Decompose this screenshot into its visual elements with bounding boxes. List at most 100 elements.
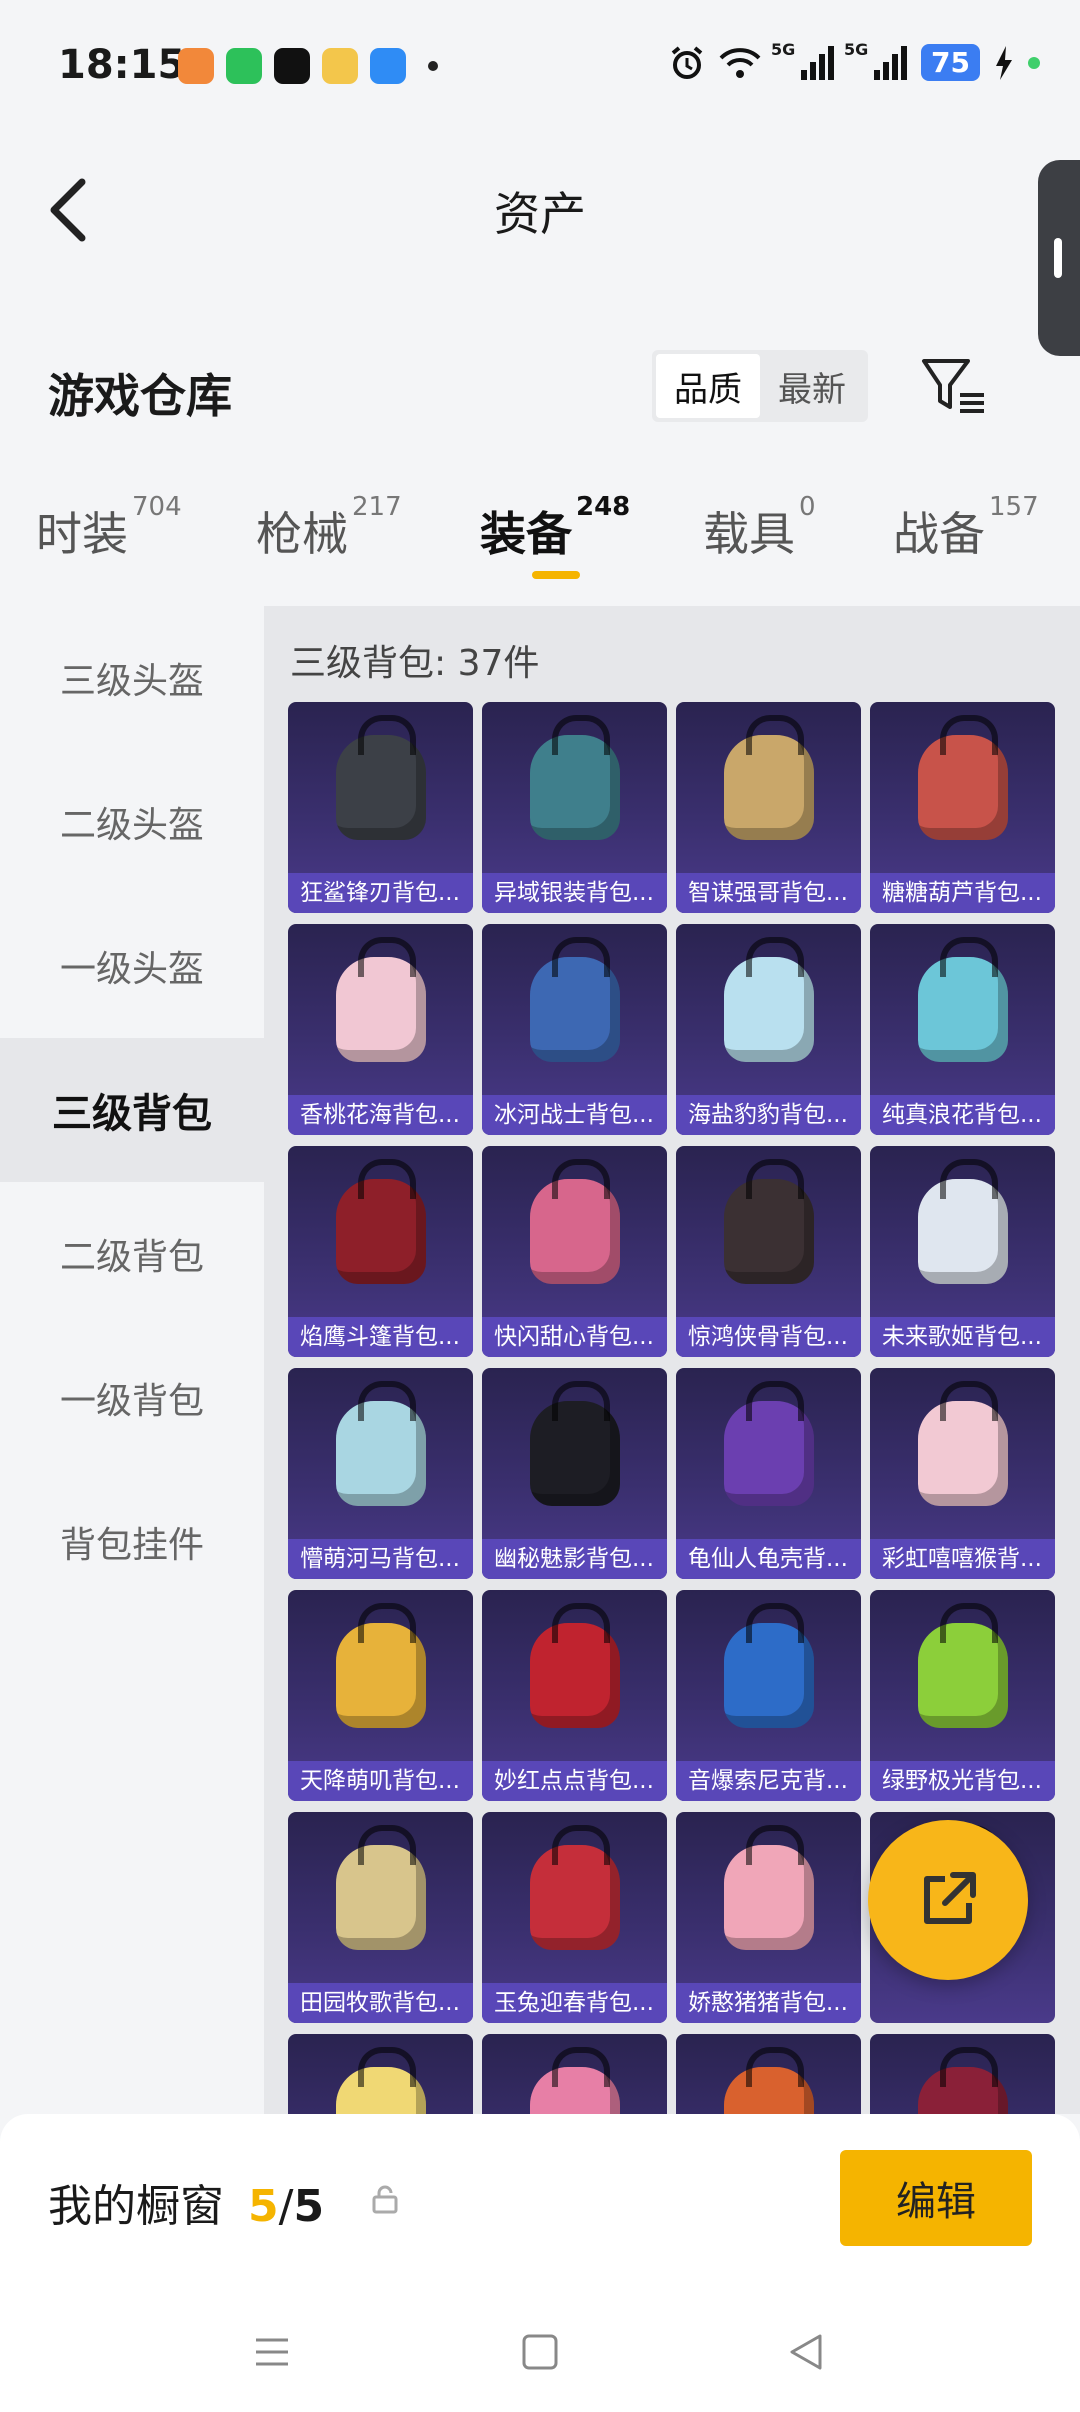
tab-count: 704	[132, 492, 182, 522]
item-card[interactable]: 惊鸿侠骨背包...	[676, 1146, 861, 1357]
item-name: 冰河战士背包...	[482, 1095, 667, 1135]
item-card[interactable]: 妙红点点背包...	[482, 1590, 667, 1801]
item-name: 惊鸿侠骨背包...	[676, 1317, 861, 1357]
backpack-image	[870, 1368, 1055, 1538]
backpack-image	[870, 924, 1055, 1094]
sidebar-item-level3-helmet[interactable]: 三级头盔	[0, 606, 264, 750]
backpack-image	[482, 2034, 667, 2114]
share-button[interactable]	[868, 1820, 1028, 1980]
sidebar-item-level2-helmet[interactable]: 二级头盔	[0, 750, 264, 894]
item-card[interactable]: 娇憨猪猪背包...	[676, 1812, 861, 2023]
item-card[interactable]: 狂鲨锋刃背包...	[288, 702, 473, 913]
backpack-icon	[723, 1824, 814, 1950]
item-card[interactable]: 绿野极光背包...	[870, 1590, 1055, 1801]
status-bar: 18:15 5G 5G 75	[0, 0, 1080, 130]
backpack-icon	[529, 714, 620, 840]
page-title: 资产	[494, 187, 586, 241]
sidebar-item-level1-helmet[interactable]: 一级头盔	[0, 894, 264, 1038]
item-name: 玉兔迎春背包...	[482, 1983, 667, 2023]
sidebar-item-backpack-pendant[interactable]: 背包挂件	[0, 1470, 264, 1614]
item-name: 懵萌河马背包...	[288, 1539, 473, 1579]
item-card[interactable]: 龟仙人龟壳背...	[676, 1368, 861, 1579]
item-name: 狂鲨锋刃背包...	[288, 873, 473, 913]
item-name: 妙红点点背包...	[482, 1761, 667, 1801]
tab-equipment[interactable]: 装备 248	[480, 492, 630, 564]
tab-label: 战备	[893, 507, 985, 561]
item-name: 香桃花海背包...	[288, 1095, 473, 1135]
backpack-image	[288, 1368, 473, 1538]
tab-vehicles[interactable]: 载具 0	[703, 492, 816, 564]
backpack-icon	[335, 936, 426, 1062]
sidebar-item-level3-backpack[interactable]: 三级背包	[0, 1038, 264, 1182]
tab-count: 248	[576, 492, 631, 522]
backpack-image	[676, 1590, 861, 1760]
tab-firearms[interactable]: 枪械 217	[256, 492, 402, 564]
tab-fashion[interactable]: 时装 704	[36, 492, 182, 564]
home-square-icon[interactable]	[518, 2330, 562, 2374]
tab-count: 157	[989, 492, 1039, 522]
item-card[interactable]	[676, 2034, 861, 2114]
back-triangle-icon[interactable]	[784, 2330, 828, 2374]
item-card[interactable]	[288, 2034, 473, 2114]
warehouse-title: 游戏仓库	[48, 369, 232, 423]
backpack-image	[676, 1146, 861, 1316]
backpack-image	[870, 1590, 1055, 1760]
backpack-image	[482, 1812, 667, 1982]
backpack-image	[676, 702, 861, 872]
backpack-icon	[529, 1602, 620, 1728]
item-card[interactable]: 冰河战士背包...	[482, 924, 667, 1135]
edit-button[interactable]: 编辑	[840, 2150, 1032, 2246]
item-card[interactable]: 幽秘魅影背包...	[482, 1368, 667, 1579]
showcase-separator: /	[278, 2181, 294, 2232]
backpack-icon	[723, 714, 814, 840]
backpack-icon	[917, 1380, 1008, 1506]
item-name: 龟仙人龟壳背...	[676, 1539, 861, 1579]
backpack-image	[870, 702, 1055, 872]
item-name: 音爆索尼克背...	[676, 1761, 861, 1801]
item-card[interactable]: 糖糖葫芦背包...	[870, 702, 1055, 913]
item-card[interactable]: 天降萌叽背包...	[288, 1590, 473, 1801]
item-card[interactable]	[482, 2034, 667, 2114]
item-card[interactable]: 快闪甜心背包...	[482, 1146, 667, 1357]
sidebar-item-level1-backpack[interactable]: 一级背包	[0, 1326, 264, 1470]
backpack-image	[870, 2034, 1055, 2114]
charging-dot-icon	[1028, 56, 1040, 69]
item-card[interactable]: 海盐豹豹背包...	[676, 924, 861, 1135]
item-card[interactable]: 未来歌姬背包...	[870, 1146, 1055, 1357]
backpack-icon	[723, 1158, 814, 1284]
item-card[interactable]: 香桃花海背包...	[288, 924, 473, 1135]
item-card[interactable]: 音爆索尼克背...	[676, 1590, 861, 1801]
item-card[interactable]: 彩虹嘻嘻猴背...	[870, 1368, 1055, 1579]
showcase-current-count: 5	[248, 2181, 279, 2232]
tab-label: 时装	[36, 507, 128, 561]
item-name: 彩虹嘻嘻猴背...	[870, 1539, 1055, 1579]
item-card[interactable]: 纯真浪花背包...	[870, 924, 1055, 1135]
item-name: 天降萌叽背包...	[288, 1761, 473, 1801]
signal-icon: 5G	[771, 40, 835, 80]
backpack-icon	[723, 2046, 814, 2114]
item-card[interactable]: 懵萌河马背包...	[288, 1368, 473, 1579]
sidebar-item-level2-backpack[interactable]: 二级背包	[0, 1182, 264, 1326]
item-card[interactable]: 田园牧歌背包...	[288, 1812, 473, 2023]
item-card[interactable]: 智谋强哥背包...	[676, 702, 861, 913]
item-card[interactable]	[870, 2034, 1055, 2114]
backpack-icon	[335, 2046, 426, 2114]
sort-option-latest[interactable]: 最新	[760, 354, 864, 418]
item-card[interactable]: 焰鹰斗篷背包...	[288, 1146, 473, 1357]
menu-icon[interactable]	[250, 2330, 294, 2374]
backpack-image	[288, 1146, 473, 1316]
sort-option-quality[interactable]: 品质	[656, 354, 760, 418]
backpack-image	[482, 1368, 667, 1538]
floating-sidebar-handle[interactable]	[1038, 160, 1080, 356]
item-card[interactable]: 玉兔迎春背包...	[482, 1812, 667, 2023]
alarm-icon	[671, 45, 703, 79]
tab-supplies[interactable]: 战备 157	[893, 492, 1039, 564]
tab-label: 装备	[480, 507, 572, 561]
backpack-icon	[917, 936, 1008, 1062]
subcategory-sidebar: 三级头盔 二级头盔 一级头盔 三级背包 二级背包 一级背包 背包挂件	[0, 606, 264, 2126]
category-tabs: 时装 704 枪械 217 装备 248 载具 0 战备 157	[0, 458, 1080, 606]
charging-icon	[996, 45, 1012, 80]
network-type-label: 5G	[844, 39, 869, 59]
item-card[interactable]: 异域银装背包...	[482, 702, 667, 913]
filter-icon[interactable]	[920, 355, 990, 415]
